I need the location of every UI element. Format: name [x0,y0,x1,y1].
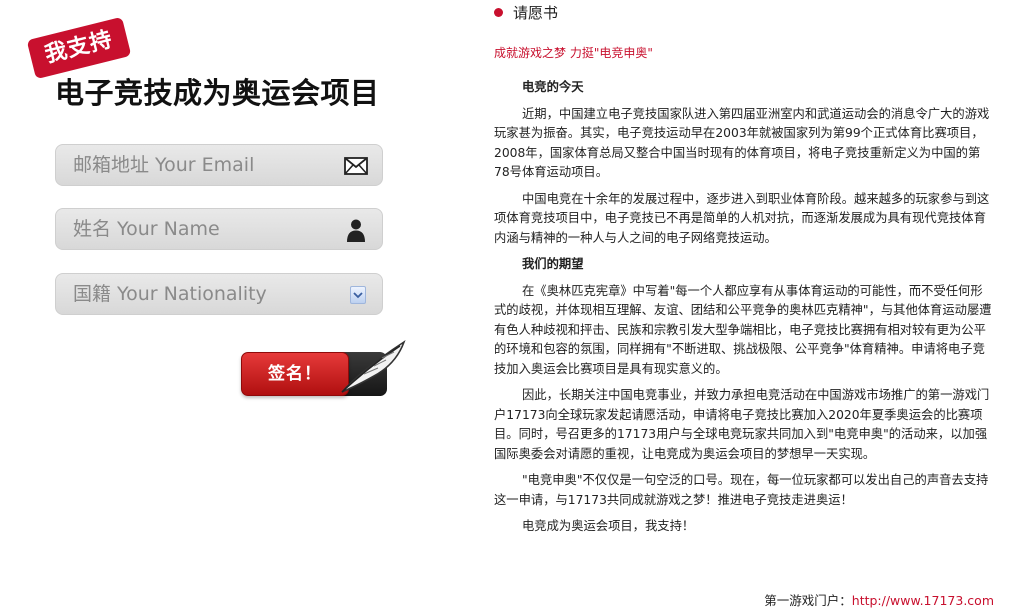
petition-header-text: 请愿书 [513,4,559,22]
nationality-select[interactable] [55,273,383,315]
petition-header: 请愿书 [494,2,558,23]
paragraph: 在《奥林匹克宪章》中写着"每一个人都应享有从事体育运动的可能性，而不受任何形式的… [494,283,992,376]
section-heading: 我们的期望 [522,257,584,271]
red-dot-bullet [494,8,503,17]
footer-label: 第一游戏门户： [764,593,852,608]
email-field[interactable] [55,144,383,186]
petition-slogan: 成就游戏之梦 力挺"电竞申奥" [494,46,653,60]
footer: 第一游戏门户：http://www.17173.com [764,590,994,609]
nationality-input[interactable] [56,274,343,314]
name-input[interactable] [56,209,343,249]
page-title: 电子竞技成为奥运会项目 [55,76,380,110]
sign-button-label: 签名！ [268,364,322,384]
closing-line: 电竞成为奥运会项目，我支持！ [522,519,695,533]
email-input[interactable] [56,145,343,185]
name-field[interactable] [55,208,383,250]
paragraph: "电竞申奥"不仅仅是一句空泛的口号。现在，每一位玩家都可以发出自己的声音去支持这… [494,473,989,507]
footer-link[interactable]: http://www.17173.com [852,593,994,608]
sign-button[interactable]: 签名！ [241,352,349,396]
paragraph: 近期，中国建立电子竞技国家队进入第四届亚洲室内和武道运动会的消息令广大的游戏玩家… [494,106,990,180]
dropdown-arrow-icon[interactable] [350,286,366,304]
petition-article: 电竞的今天 近期，中国建立电子竞技国家队进入第四届亚洲室内和武道运动会的消息令广… [494,78,992,544]
quill-feather-icon [341,340,406,393]
paragraph: 中国电竞在十余年的发展过程中，逐步进入到职业体育阶段。越来越多的玩家参与到这项体… [494,191,990,245]
paragraph: 因此，长期关注中国电竞事业，并致力承担电竞活动在中国游戏市场推广的第一游戏门户1… [494,388,990,461]
envelope-icon [344,157,368,175]
section-heading: 电竞的今天 [522,80,584,94]
person-icon [347,219,365,242]
